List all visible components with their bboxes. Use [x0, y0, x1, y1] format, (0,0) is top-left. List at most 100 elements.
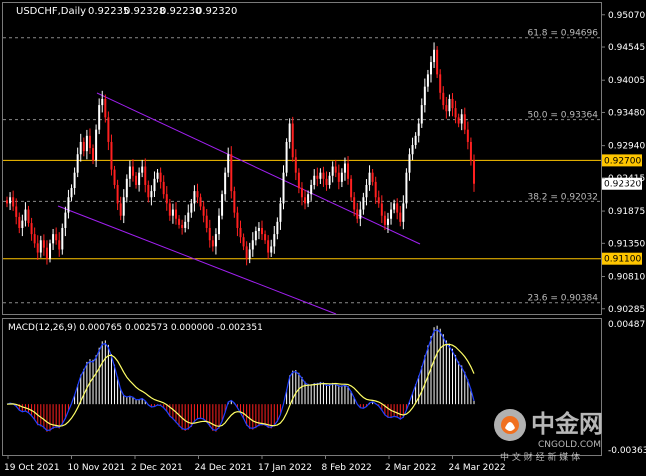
candle-body: [451, 98, 454, 109]
candle-body: [270, 246, 273, 253]
candle-body: [162, 181, 165, 195]
candle-body: [371, 172, 374, 182]
candle-body: [264, 234, 267, 241]
candle-body: [448, 98, 451, 112]
candle-body: [439, 74, 442, 93]
time-tick-label: 24 Mar 2022: [449, 463, 506, 473]
price-tick-label: 0.94545: [608, 43, 645, 53]
candle-body: [147, 184, 150, 198]
candle-body: [110, 141, 113, 170]
candle-body: [202, 206, 205, 216]
candle-body: [138, 172, 141, 185]
candle-body: [261, 227, 264, 235]
time-tick-label: 10 Nov 2021: [68, 463, 126, 473]
candle-body: [362, 197, 365, 210]
candle-body: [411, 145, 414, 155]
candle-body: [399, 212, 402, 222]
chart-symbol-label: USDCHF,Daily: [16, 6, 86, 17]
candle-body: [135, 175, 138, 185]
price-tick-label: 0.90810: [608, 273, 645, 283]
candle-body: [340, 172, 343, 182]
horizontal-level-tag-label: 0.92700: [604, 156, 641, 166]
time-tick-label: 19 Oct 2021: [4, 463, 60, 473]
candle-body: [58, 240, 61, 250]
candle-body: [285, 141, 288, 173]
watermark-cn: 中金网: [531, 410, 603, 438]
price-tick-label: 0.90285: [608, 305, 645, 315]
macd-label: MACD(12,26,9) 0.000765 0.002573 0.000000…: [8, 323, 263, 333]
candle-body: [205, 215, 208, 228]
time-tick-label: 17 Jan 2022: [258, 463, 312, 473]
candle-body: [310, 184, 313, 195]
candle-body: [245, 246, 248, 259]
candle-body: [181, 224, 184, 228]
candle-body: [267, 240, 270, 253]
candle-body: [208, 227, 211, 241]
candle-body: [423, 86, 426, 106]
candle-body: [49, 243, 52, 259]
candle-body: [82, 141, 85, 152]
candle-body: [273, 234, 276, 247]
candle-body: [380, 203, 383, 216]
price-tick-label: 0.93480: [608, 108, 645, 118]
watermark-site: CNGOLD.COM: [538, 440, 601, 450]
candle-body: [426, 74, 429, 87]
candle-body: [356, 209, 359, 219]
candle-body: [70, 188, 73, 198]
candle-body: [282, 172, 285, 204]
fib-level-label: 23.6 = 0.90384: [527, 294, 598, 304]
candle-body: [328, 175, 331, 185]
candle-body: [297, 172, 300, 189]
candle: [350, 175, 353, 201]
price-tick-label: 0.92940: [608, 142, 645, 152]
candle-body: [92, 148, 95, 161]
candle-body: [67, 197, 70, 213]
candle-body: [414, 135, 417, 146]
candle-body: [291, 123, 294, 158]
candle-body: [334, 166, 337, 173]
candle-body: [350, 178, 353, 198]
candle-body: [276, 221, 279, 235]
candle-body: [214, 234, 217, 247]
candle: [405, 168, 408, 209]
candle-body: [211, 240, 214, 247]
candle-body: [104, 98, 107, 118]
candle-body: [227, 154, 230, 173]
candle-body: [184, 221, 187, 228]
candle-body: [393, 203, 396, 210]
candle-body: [365, 184, 368, 198]
candle-body: [199, 197, 202, 207]
candle-body: [52, 234, 55, 244]
candle-body: [21, 220, 24, 228]
candle-body: [95, 129, 98, 161]
candle-body: [445, 105, 448, 112]
candle-body: [230, 154, 233, 192]
candle-body: [337, 172, 340, 182]
candle-body: [27, 209, 30, 224]
price-tick-label: 0.91350: [608, 239, 645, 249]
candle-body: [251, 240, 254, 250]
candle-body: [463, 114, 466, 130]
candle-body: [64, 212, 67, 228]
candle-body: [254, 231, 257, 241]
candle-body: [316, 175, 319, 179]
candle-body: [429, 62, 432, 75]
candle-body: [18, 216, 21, 228]
candle-body: [88, 135, 91, 149]
candle-body: [76, 154, 79, 173]
price-chart[interactable]: 61.8 = 0.94696 50.0 = 0.93364 38.2 = 0.920…: [0, 0, 646, 476]
macd-tick-bottom: -0.003631: [608, 446, 646, 456]
cngold-logo-icon: [494, 409, 526, 441]
candle-body: [242, 237, 245, 247]
candle-body: [141, 166, 144, 173]
candle-body: [159, 172, 162, 182]
candle-body: [55, 234, 58, 241]
ohlc-close: 0.92320: [196, 6, 237, 17]
candle-body: [469, 141, 472, 161]
candle-body: [24, 209, 27, 221]
candle-body: [374, 181, 377, 198]
candle-body: [144, 166, 147, 185]
candle-body: [45, 247, 48, 259]
fib-level-label: 61.8 = 0.94696: [527, 29, 598, 39]
candle-body: [217, 215, 220, 235]
